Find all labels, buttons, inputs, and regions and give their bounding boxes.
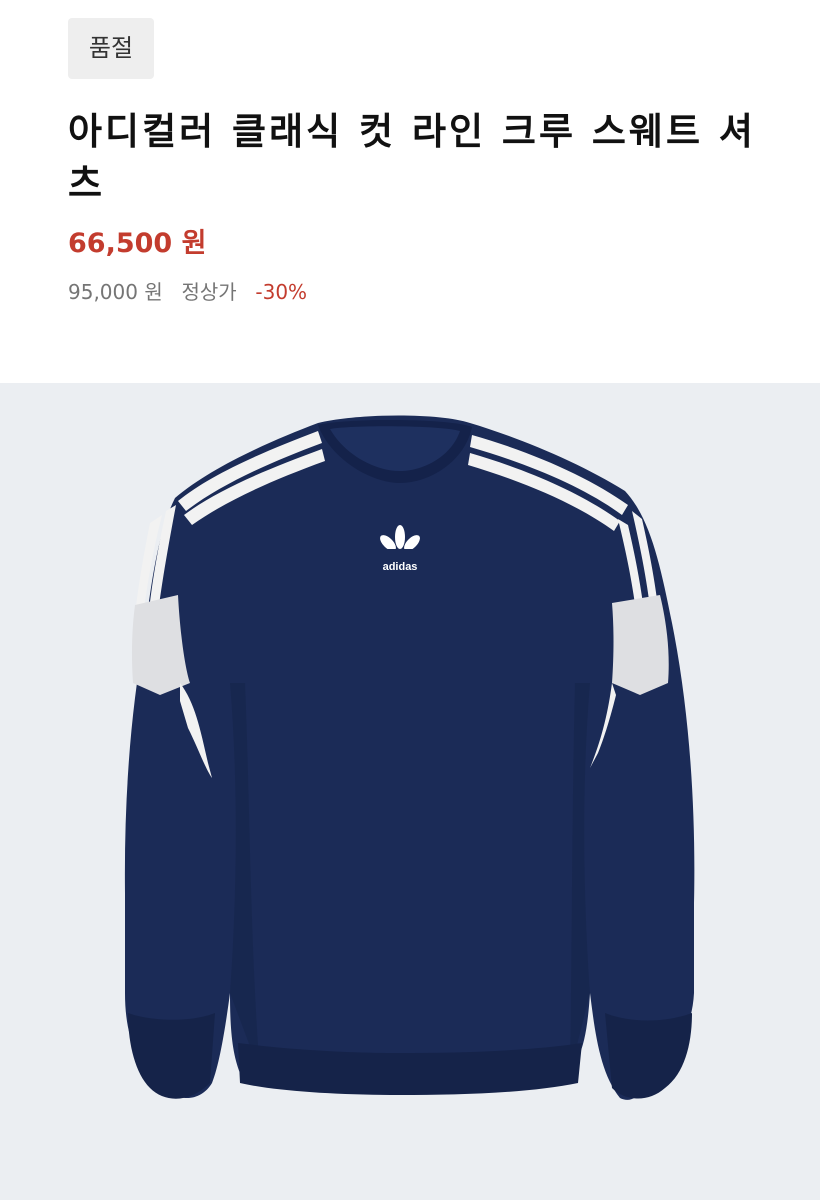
- original-price-row: 95,000 원 정상가 -30%: [68, 277, 307, 307]
- sale-price: 66,500 원: [68, 228, 207, 259]
- sold-out-badge: 품절: [68, 18, 154, 79]
- sweatshirt-image: adidas: [124, 415, 695, 1100]
- product-info: 품절 아디컬러 클래식 컷 라인 크루 스웨트 셔츠 66,500 원 95,0…: [0, 0, 820, 383]
- product-image[interactable]: adidas: [0, 383, 820, 1200]
- discount-rate: -30%: [255, 280, 308, 304]
- right-cuff: [605, 1013, 692, 1099]
- original-price-label: 정상가: [181, 280, 237, 304]
- product-title: 아디컬러 클래식 컷 라인 크루 스웨트 셔츠: [68, 110, 756, 205]
- right-sleeve-block: [612, 595, 669, 695]
- left-cuff: [128, 1013, 215, 1099]
- original-price: 95,000 원: [68, 280, 163, 304]
- adidas-logo-text: adidas: [383, 561, 418, 573]
